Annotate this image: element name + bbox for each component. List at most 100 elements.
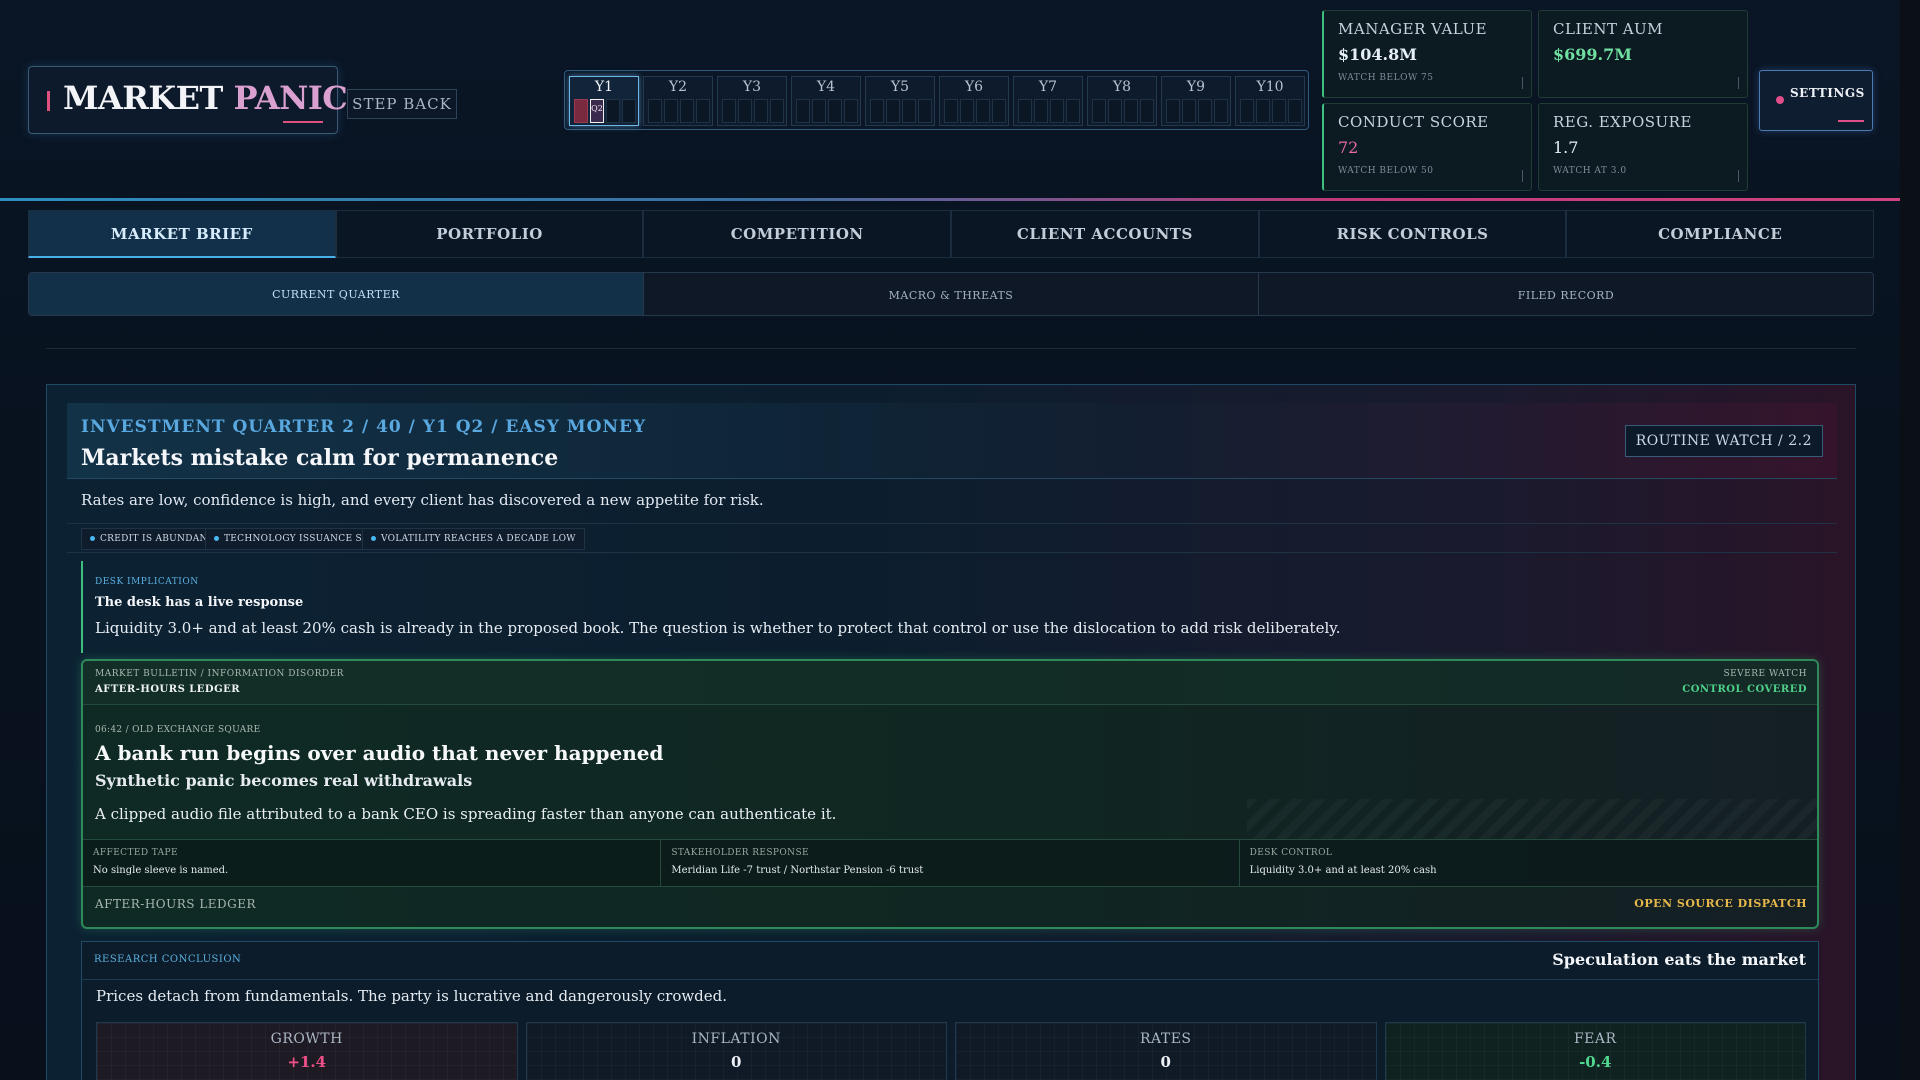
quarter-cell[interactable] <box>902 99 916 123</box>
quarter-cell[interactable] <box>1092 99 1106 123</box>
cell-label: AFFECTED TAPE <box>93 848 178 858</box>
quarter-cell[interactable] <box>960 99 974 123</box>
quarter-cell[interactable] <box>886 99 900 123</box>
market-bulletin-card[interactable]: MARKET BULLETIN / INFORMATION DISORDER A… <box>81 659 1819 929</box>
quarter-cell[interactable] <box>812 99 826 123</box>
subtab-current-quarter[interactable]: CURRENT QUARTER <box>29 273 644 315</box>
timeline-year-y2[interactable]: Y2 <box>643 76 713 126</box>
quarter-cell[interactable] <box>622 99 636 123</box>
timeline-year-y1[interactable]: Y1 Q2 <box>569 76 639 126</box>
quarter-cell[interactable] <box>1140 99 1154 123</box>
quarter-cell-current[interactable]: Q2 <box>590 99 604 123</box>
metric-value: 72 <box>1338 138 1359 157</box>
quarter-cell[interactable] <box>664 99 678 123</box>
research-header: RESEARCH CONCLUSION Speculation eats the… <box>82 942 1818 980</box>
tab-portfolio[interactable]: PORTFOLIO <box>335 210 644 258</box>
tab-compliance[interactable]: COMPLIANCE <box>1566 210 1875 258</box>
bulletin-subtitle: Synthetic panic becomes real withdrawals <box>95 771 473 790</box>
timeline-year-y9[interactable]: Y9 <box>1161 76 1231 126</box>
metric-title: MANAGER VALUE <box>1338 20 1488 38</box>
quarter-cell[interactable] <box>1288 99 1302 123</box>
brief-lede: Rates are low, confidence is high, and e… <box>81 491 764 509</box>
research-conclusion: RESEARCH CONCLUSION Speculation eats the… <box>81 941 1819 1080</box>
year-label: Y2 <box>668 79 688 95</box>
metric-client-aum: CLIENT AUM $699.7M <box>1538 10 1748 98</box>
quarter-cell[interactable] <box>992 99 1006 123</box>
quarter-cell[interactable] <box>796 99 810 123</box>
quarter-cell[interactable] <box>1272 99 1286 123</box>
bulletin-source: AFTER-HOURS LEDGER <box>95 684 241 695</box>
quarter-cell[interactable] <box>1166 99 1180 123</box>
subtab-filed-record[interactable]: FILED RECORD <box>1259 273 1873 315</box>
year-label: Y8 <box>1112 79 1132 95</box>
metric-title: CLIENT AUM <box>1553 20 1664 38</box>
step-back-button[interactable]: STEP BACK <box>347 89 457 119</box>
year-label: Y7 <box>1038 79 1058 95</box>
cell-label: STAKEHOLDER RESPONSE <box>671 848 809 858</box>
logo: MARKET PANIC <box>28 66 348 134</box>
cell-value: No single sleeve is named. <box>93 865 229 876</box>
subtab-macro-threats[interactable]: MACRO & THREATS <box>644 273 1259 315</box>
quarter-cell[interactable] <box>844 99 858 123</box>
quarter-cell[interactable] <box>722 99 736 123</box>
logo-word-market: MARKET <box>63 79 223 117</box>
quarter-cell[interactable] <box>680 99 694 123</box>
gauge-label: FEAR <box>1573 1031 1617 1047</box>
quarter-cell[interactable] <box>574 99 588 123</box>
metric-value: $104.8M <box>1338 45 1417 64</box>
main-tabs: MARKET BRIEF PORTFOLIO COMPETITION CLIEN… <box>28 210 1875 258</box>
timeline-year-y5[interactable]: Y5 <box>865 76 935 126</box>
bulletin-control-status: CONTROL COVERED <box>1682 684 1807 695</box>
quarter-cell[interactable] <box>1018 99 1032 123</box>
quarter-cell[interactable] <box>1050 99 1064 123</box>
quarter-cell[interactable] <box>870 99 884 123</box>
desk-implication-title: The desk has a live response <box>95 595 304 610</box>
gauge-growth: GROWTH +1.4 <box>96 1022 518 1080</box>
quarter-cell[interactable] <box>770 99 784 123</box>
tab-client-accounts[interactable]: CLIENT ACCOUNTS <box>951 210 1259 258</box>
current-quarter-label: Q2 <box>591 104 603 113</box>
timeline-year-y8[interactable]: Y8 <box>1087 76 1157 126</box>
metric-reg-exposure: REG. EXPOSURE 1.7 WATCH AT 3.0 <box>1538 103 1748 191</box>
logo-accent-bar <box>47 91 50 111</box>
quarter-cell[interactable] <box>1034 99 1048 123</box>
quarter-cell[interactable] <box>648 99 662 123</box>
timeline-year-y7[interactable]: Y7 <box>1013 76 1083 126</box>
quarter-cell[interactable] <box>944 99 958 123</box>
quarter-cell[interactable] <box>1240 99 1254 123</box>
quarter-cell[interactable] <box>1256 99 1270 123</box>
brief-hero: INVESTMENT QUARTER 2 / 40 / Y1 Q2 / EASY… <box>67 403 1837 479</box>
header: MARKET PANIC STEP BACK Y1 Q2 Y2 Y3 Y4 Y5… <box>0 0 1900 201</box>
quarter-cell[interactable] <box>754 99 768 123</box>
quarter-cell[interactable] <box>1124 99 1138 123</box>
tab-market-brief[interactable]: MARKET BRIEF <box>28 210 336 258</box>
metric-value: $699.7M <box>1553 45 1632 64</box>
quarter-cell[interactable] <box>1198 99 1212 123</box>
window-gutter <box>1900 0 1920 1080</box>
quarter-cell[interactable] <box>828 99 842 123</box>
gauge-value: 0 <box>1160 1053 1171 1071</box>
open-source-dispatch-link[interactable]: OPEN SOURCE DISPATCH <box>1634 897 1807 910</box>
quarter-cell[interactable] <box>738 99 752 123</box>
quarter-cell[interactable] <box>696 99 710 123</box>
timeline-year-y4[interactable]: Y4 <box>791 76 861 126</box>
quarter-cell[interactable] <box>1108 99 1122 123</box>
timeline-year-y6[interactable]: Y6 <box>939 76 1009 126</box>
timeline-year-y10[interactable]: Y10 <box>1235 76 1305 126</box>
year-label: Y5 <box>890 79 910 95</box>
header-divider <box>0 198 1900 201</box>
quarter-cell[interactable] <box>918 99 932 123</box>
quarter-cell[interactable] <box>606 99 620 123</box>
cell-value: Liquidity 3.0+ and at least 20% cash <box>1249 865 1437 876</box>
tab-risk-controls[interactable]: RISK CONTROLS <box>1258 210 1567 258</box>
gauge-value: -0.4 <box>1579 1053 1612 1071</box>
quarter-cell[interactable] <box>1182 99 1196 123</box>
quarter-cell[interactable] <box>1066 99 1080 123</box>
metric-tick <box>1738 77 1739 89</box>
tab-competition[interactable]: COMPETITION <box>643 210 952 258</box>
timeline-year-y3[interactable]: Y3 <box>717 76 787 126</box>
desk-implication-label: DESK IMPLICATION <box>95 577 199 587</box>
quarter-cell[interactable] <box>976 99 990 123</box>
settings-button[interactable]: SETTINGS <box>1759 70 1873 131</box>
quarter-cell[interactable] <box>1214 99 1228 123</box>
